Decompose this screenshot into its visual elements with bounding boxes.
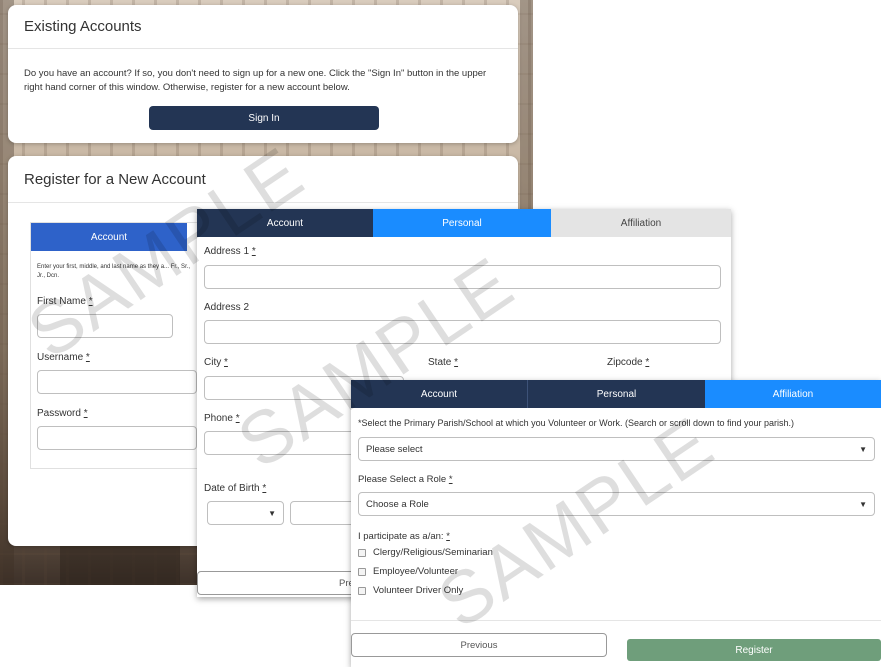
participate-label: I participate as a/an: *	[358, 531, 450, 542]
sign-in-button[interactable]: Sign In	[149, 106, 379, 130]
tab-affiliation[interactable]: Affiliation	[705, 380, 881, 408]
dob-label: Date of Birth *	[204, 483, 267, 494]
affiliation-divider	[351, 620, 881, 621]
role-select-value: Choose a Role	[366, 498, 429, 510]
tab-affiliation-label: Affiliation	[772, 388, 814, 400]
dob-month-select[interactable]: ▼	[207, 501, 284, 525]
chevron-down-icon: ▼	[859, 500, 867, 509]
existing-accounts-text: Do you have an account? If so, you don't…	[24, 68, 487, 93]
sign-in-label: Sign In	[248, 112, 280, 124]
existing-accounts-title: Existing Accounts	[24, 18, 142, 35]
first-name-label: First Name *	[37, 296, 93, 307]
password-label: Password *	[37, 408, 88, 419]
address1-input[interactable]	[204, 265, 721, 289]
affiliation-previous-label: Previous	[460, 639, 498, 651]
city-label: City *	[204, 357, 228, 368]
option-clergy-label: Clergy/Religious/Seminarian	[373, 547, 493, 558]
name-hint-text: Enter your first, middle, and last name …	[37, 264, 191, 279]
role-label: Please Select a Role *	[358, 474, 453, 485]
tab-account[interactable]: Account	[197, 209, 373, 237]
tab-affiliation[interactable]: Affiliation	[551, 209, 731, 237]
state-label: State *	[428, 357, 459, 368]
option-employee[interactable]: Employee/Volunteer	[358, 566, 458, 577]
register-button[interactable]: Register	[627, 639, 881, 661]
tab-personal-label: Personal	[442, 217, 482, 229]
existing-accounts-card: Existing Accounts Do you have an account…	[8, 5, 518, 143]
register-title: Register for a New Account	[24, 170, 206, 188]
password-input[interactable]	[37, 426, 197, 450]
tab-account-label: Account	[266, 217, 304, 229]
tab-account-back-label: Account	[90, 231, 128, 243]
checkbox[interactable]	[358, 567, 366, 576]
personal-tab-bar: Account Personal Affiliation	[197, 209, 731, 237]
register-label: Register	[735, 644, 773, 656]
option-driver-label: Volunteer Driver Only	[373, 585, 464, 596]
username-label: Username *	[37, 352, 90, 363]
first-name-input[interactable]	[37, 314, 173, 338]
role-select[interactable]: Choose a Role ▼	[358, 492, 875, 516]
address2-input[interactable]	[204, 320, 721, 344]
parish-prompt: *Select the Primary Parish/School at whi…	[358, 418, 795, 428]
phone-label: Phone *	[204, 413, 240, 424]
parish-select[interactable]: Please select ▼	[358, 437, 875, 461]
existing-accounts-header: Existing Accounts	[8, 5, 518, 49]
zipcode-label: Zipcode *	[607, 357, 650, 368]
chevron-down-icon: ▼	[268, 509, 276, 518]
dob-day-select[interactable]	[290, 501, 360, 525]
option-employee-label: Employee/Volunteer	[373, 566, 459, 577]
tab-personal[interactable]: Personal	[373, 209, 551, 237]
checkbox[interactable]	[358, 548, 366, 557]
parish-select-value: Please select	[366, 443, 423, 455]
register-header: Register for a New Account	[8, 156, 518, 203]
affiliation-previous-button[interactable]: Previous	[351, 633, 607, 657]
affiliation-step-panel: Account Personal Affiliation *Select the…	[351, 380, 881, 667]
tab-account-back[interactable]: Account	[31, 223, 187, 251]
affiliation-tab-bar: Account Personal Affiliation	[351, 380, 881, 408]
chevron-down-icon: ▼	[859, 445, 867, 454]
tab-affiliation-label: Affiliation	[620, 217, 662, 229]
tab-account[interactable]: Account	[351, 380, 527, 408]
option-clergy[interactable]: Clergy/Religious/Seminarian	[358, 547, 493, 558]
username-input[interactable]	[37, 370, 197, 394]
option-driver[interactable]: Volunteer Driver Only	[358, 585, 463, 596]
checkbox[interactable]	[358, 586, 366, 595]
address2-label: Address 2	[204, 302, 250, 313]
tab-account-label: Account	[420, 388, 458, 400]
tab-personal-label: Personal	[596, 388, 637, 400]
address1-label: Address 1 *	[204, 246, 256, 257]
tab-personal[interactable]: Personal	[527, 380, 705, 408]
